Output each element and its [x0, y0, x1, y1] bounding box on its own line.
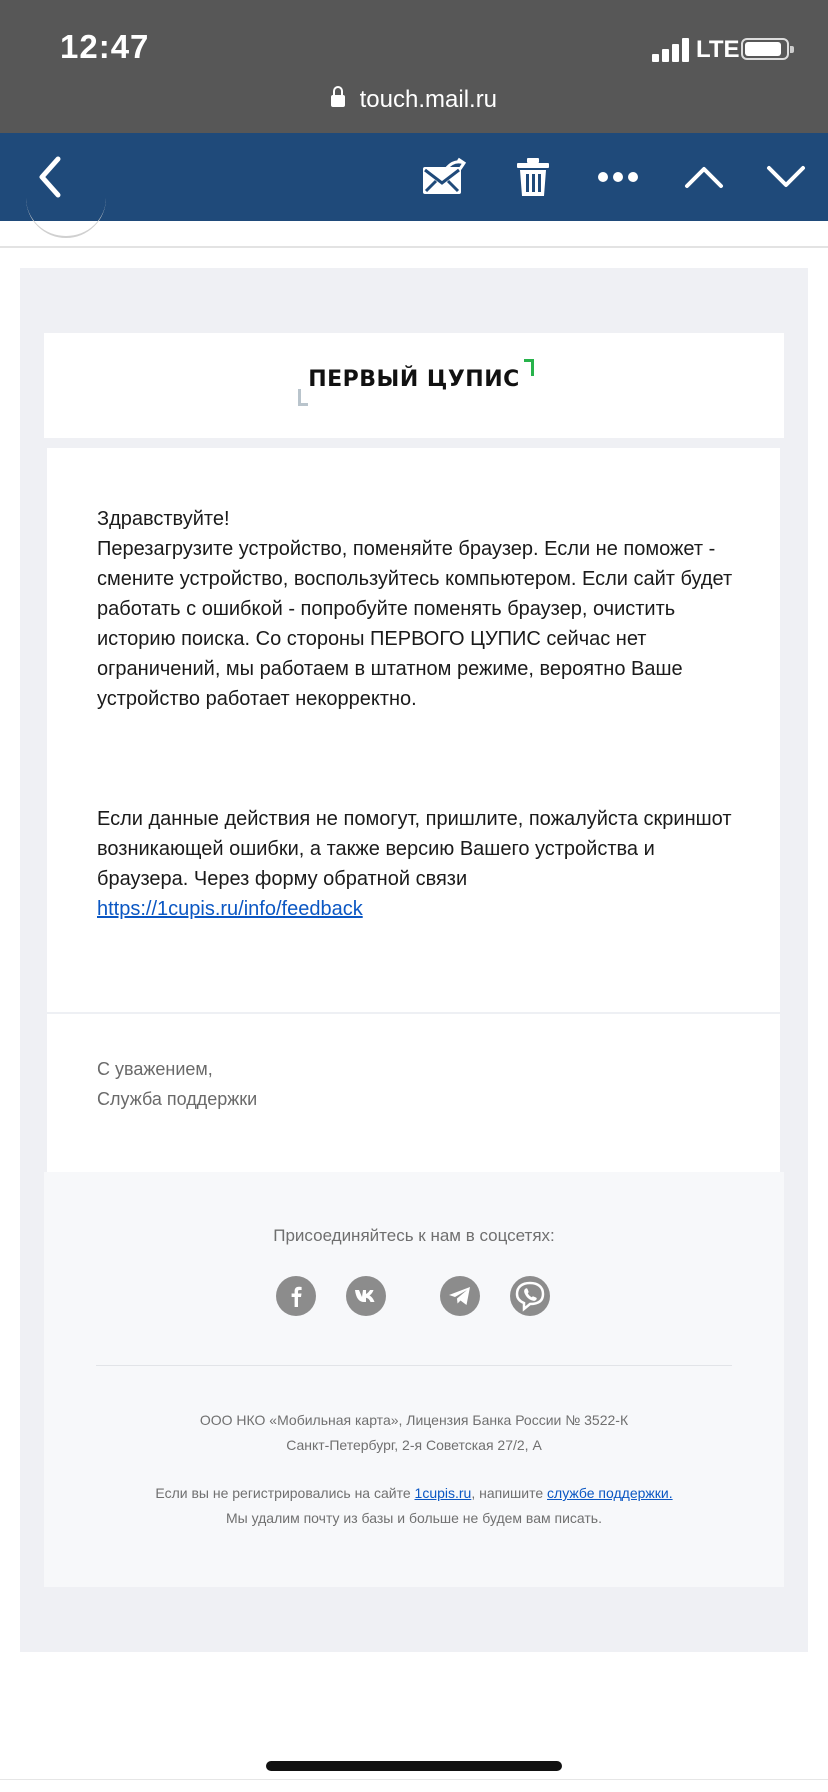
status-time: 12:47 [60, 28, 150, 65]
regards: С уважением, [97, 1059, 213, 1079]
unsubscribe-line-2: Мы удалим почту из базы и больше не буде… [225, 1510, 602, 1526]
signature-divider [47, 1012, 780, 1014]
facebook-icon [291, 1286, 302, 1307]
site-link[interactable]: 1cupis.ru [415, 1485, 472, 1501]
signal-icon [652, 38, 692, 62]
status-bar: 12:47 LTE touch.mail.ru [0, 0, 828, 133]
previous-message-button[interactable] [674, 133, 734, 221]
lock-icon [330, 86, 345, 108]
logo-mark-right [523, 359, 534, 376]
signature: Служба поддержки [97, 1089, 258, 1109]
unsub-prefix: Если вы не регистрировались на сайте [155, 1485, 411, 1501]
greeting: Здравствуйте! [97, 508, 230, 530]
previous-icon [685, 167, 723, 188]
message-paragraph-2: Если данные действия не помогут, пришлит… [97, 808, 732, 890]
home-indicator[interactable] [266, 1761, 562, 1771]
telegram-icon [449, 1287, 470, 1305]
next-message-button[interactable] [756, 133, 816, 221]
bottom-divider [0, 1779, 828, 1780]
more-button[interactable] [588, 133, 648, 221]
legal-line-1: ООО НКО «Мобильная карта», Лицензия Банк… [199, 1412, 629, 1428]
mark-unread-button[interactable] [414, 133, 474, 221]
battery-icon [741, 38, 794, 60]
vk-icon [355, 1290, 375, 1302]
email-footer: Присоединяйтесь к нам в соцсетях: ООО НК… [44, 1172, 784, 1587]
viber-icon [515, 1281, 545, 1312]
header-divider [0, 246, 828, 248]
legal-line-2: Санкт-Петербург, 2-я Советская 27/2, А [286, 1437, 542, 1453]
logo-text: ПЕРВЫЙ ЦУПИС [308, 367, 520, 392]
facebook-button[interactable] [276, 1276, 316, 1316]
more-icon [598, 172, 638, 182]
vk-button[interactable] [346, 1276, 386, 1316]
unsubscribe-notice: Если вы не регистрировались на сайте 1cu… [44, 1485, 784, 1501]
telegram-button[interactable] [440, 1276, 480, 1316]
support-link[interactable]: службе поддержки. [547, 1485, 673, 1501]
logo-mark-left [298, 389, 309, 406]
address-bar[interactable]: touch.mail.ru [0, 86, 828, 114]
feedback-link[interactable]: https://1cupis.ru/info/feedback [97, 894, 363, 924]
trash-icon [517, 158, 549, 196]
footer-divider [96, 1365, 732, 1366]
address-url: touch.mail.ru [359, 86, 498, 113]
viber-button[interactable] [510, 1276, 550, 1316]
social-title: Присоединяйтесь к нам в соцсетях: [273, 1226, 555, 1245]
mail-toolbar [0, 133, 828, 221]
message-paragraph-1: Перезагрузите устройство, поменяйте брау… [97, 538, 733, 710]
next-icon [767, 166, 805, 187]
sender-avatar [26, 180, 106, 238]
unsub-middle: , напишите [471, 1485, 544, 1501]
carrier-label: LTE [696, 36, 740, 63]
delete-button[interactable] [503, 133, 563, 221]
email-header-card: ПЕРВЫЙ ЦУПИС [44, 333, 784, 438]
mark-unread-icon [423, 157, 467, 194]
cupis-logo: ПЕРВЫЙ ЦУПИС [44, 359, 784, 406]
